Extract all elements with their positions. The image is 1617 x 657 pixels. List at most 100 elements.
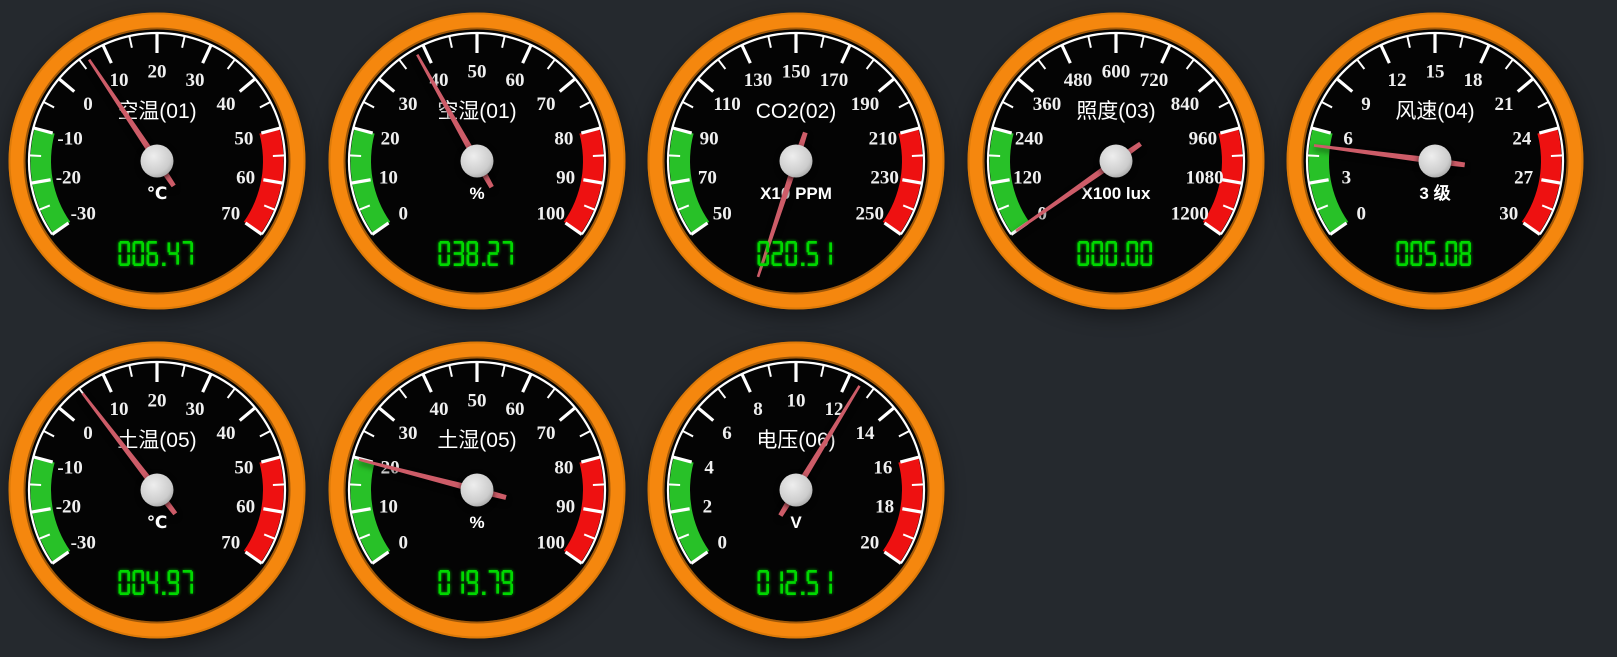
tick-label: 6 (722, 423, 732, 444)
tick-label: 150 (782, 62, 811, 83)
tick-label: 60 (236, 167, 255, 188)
tick-label: -10 (57, 457, 82, 478)
gauge-soil-temp-05: -30-20-10010203040506070土温(05)℃ (7, 340, 307, 640)
tick-label: 250 (855, 203, 884, 224)
needle-hub (1099, 145, 1132, 178)
tick-label: 840 (1170, 94, 1199, 115)
needle-hub (780, 474, 813, 507)
tick-label: 9 (1361, 94, 1371, 115)
gauge-air-humidity-01: 0102030405060708090100空湿(01)% (327, 11, 627, 311)
tick-label: 3 (1342, 167, 1352, 188)
tick-label: 15 (1426, 62, 1445, 83)
tick-label: 24 (1512, 128, 1532, 149)
gauge-title: 土温(05) (117, 429, 196, 452)
tick-label: 190 (851, 94, 880, 115)
tick-label: 50 (467, 391, 486, 412)
tick-label: 230 (870, 167, 899, 188)
tick-label: 70 (536, 94, 555, 115)
tick-label: 100 (536, 203, 565, 224)
tick-label: 2 (703, 496, 713, 517)
tick-label: 30 (186, 70, 205, 91)
tick-label: 10 (787, 391, 806, 412)
tick-label: 240 (1014, 128, 1043, 149)
tick-label: 10 (378, 496, 397, 517)
tick-label: 18 (1464, 70, 1483, 91)
tick-label: 20 (148, 391, 167, 412)
gauge-title: 照度(03) (1076, 100, 1155, 123)
tick-label: 40 (429, 399, 448, 420)
gauge-co2-02: 50 70 90 110130 150 170190 210 230 250 CO2(02) X10… (646, 11, 946, 311)
gauge-dashboard: -30-20-10010203040506070空温(01)℃010203040… (0, 0, 1617, 657)
tick-label: -10 (57, 128, 82, 149)
tick-label: 6 (1343, 128, 1353, 149)
gauge-unit: V (790, 513, 802, 532)
tick-label: 100 (536, 532, 565, 553)
tick-label: 60 (236, 496, 255, 517)
tick-label: 8 (753, 399, 763, 420)
gauge-soil-humidity-05: 0102030405060708090100土湿(05)% (327, 340, 627, 640)
gauge-unit: X100 lux (1081, 184, 1151, 203)
tick-label: 130 (744, 70, 773, 91)
tick-label: 50 (467, 62, 486, 83)
gauge-wind-speed-04: 036912151821242730风速(04)3 级 (1285, 11, 1585, 311)
tick-label: 20 (380, 128, 399, 149)
needle-hub (460, 474, 493, 507)
tick-label: -20 (56, 496, 81, 517)
tick-label: 0 (83, 94, 93, 115)
tick-label: 600 (1101, 62, 1130, 83)
gauge-title: 风速(04) (1395, 100, 1474, 123)
tick-label: 30 (186, 399, 205, 420)
tick-label: 40 (216, 423, 235, 444)
gauge-title: 土湿(05) (437, 429, 516, 452)
tick-label: 170 (820, 70, 849, 91)
needle-hub (780, 145, 813, 178)
gauge-air-temp-01: -30-20-10010203040506070空温(01)℃ (7, 11, 307, 311)
tick-label: 480 (1063, 70, 1092, 91)
tick-label: 30 (398, 423, 417, 444)
gauge-unit: 3 级 (1419, 183, 1450, 203)
tick-label: 20 (148, 62, 167, 83)
tick-label: 20 (860, 532, 879, 553)
tick-label: 60 (505, 399, 524, 420)
tick-label: 18 (875, 496, 894, 517)
tick-label: 60 (505, 70, 524, 91)
tick-label: 14 (855, 423, 875, 444)
tick-label: 70 (698, 167, 717, 188)
tick-label: 0 (718, 532, 728, 553)
gauge-unit: % (469, 184, 484, 203)
needle-hub (460, 145, 493, 178)
gauge-voltage-06: 02468101214161820电压(06)V (646, 340, 946, 640)
tick-label: 70 (536, 423, 555, 444)
gauge-illuminance-03: 012024036048060072084096010801200照度(03)X… (966, 11, 1266, 311)
tick-label: 210 (869, 128, 898, 149)
tick-label: 0 (83, 423, 93, 444)
tick-label: 90 (556, 167, 575, 188)
gauge-unit: X10 PPM (760, 184, 832, 203)
tick-label: 0 (398, 203, 408, 224)
tick-label: 16 (873, 457, 892, 478)
tick-label: 50 (713, 203, 732, 224)
tick-label: -30 (71, 203, 96, 224)
tick-label: 50 (234, 128, 253, 149)
tick-label: 1080 (1185, 167, 1223, 188)
tick-label: 110 (713, 94, 740, 115)
tick-label: 960 (1188, 128, 1217, 149)
tick-label: 90 (700, 128, 719, 149)
tick-label: -30 (71, 532, 96, 553)
tick-label: 70 (221, 532, 240, 553)
tick-label: 360 (1032, 94, 1061, 115)
tick-label: 120 (1013, 167, 1042, 188)
tick-label: 70 (221, 203, 240, 224)
tick-label: 80 (554, 128, 573, 149)
tick-label: 1200 (1170, 203, 1208, 224)
gauge-title: CO2(02) (756, 100, 837, 123)
tick-label: 4 (704, 457, 714, 478)
tick-label: 50 (234, 457, 253, 478)
needle-hub (1419, 145, 1452, 178)
tick-label: 10 (378, 167, 397, 188)
tick-label: 40 (216, 94, 235, 115)
needle-hub (141, 145, 174, 178)
tick-label: 30 (1499, 203, 1518, 224)
needle-hub (141, 474, 174, 507)
tick-label: -20 (56, 167, 81, 188)
